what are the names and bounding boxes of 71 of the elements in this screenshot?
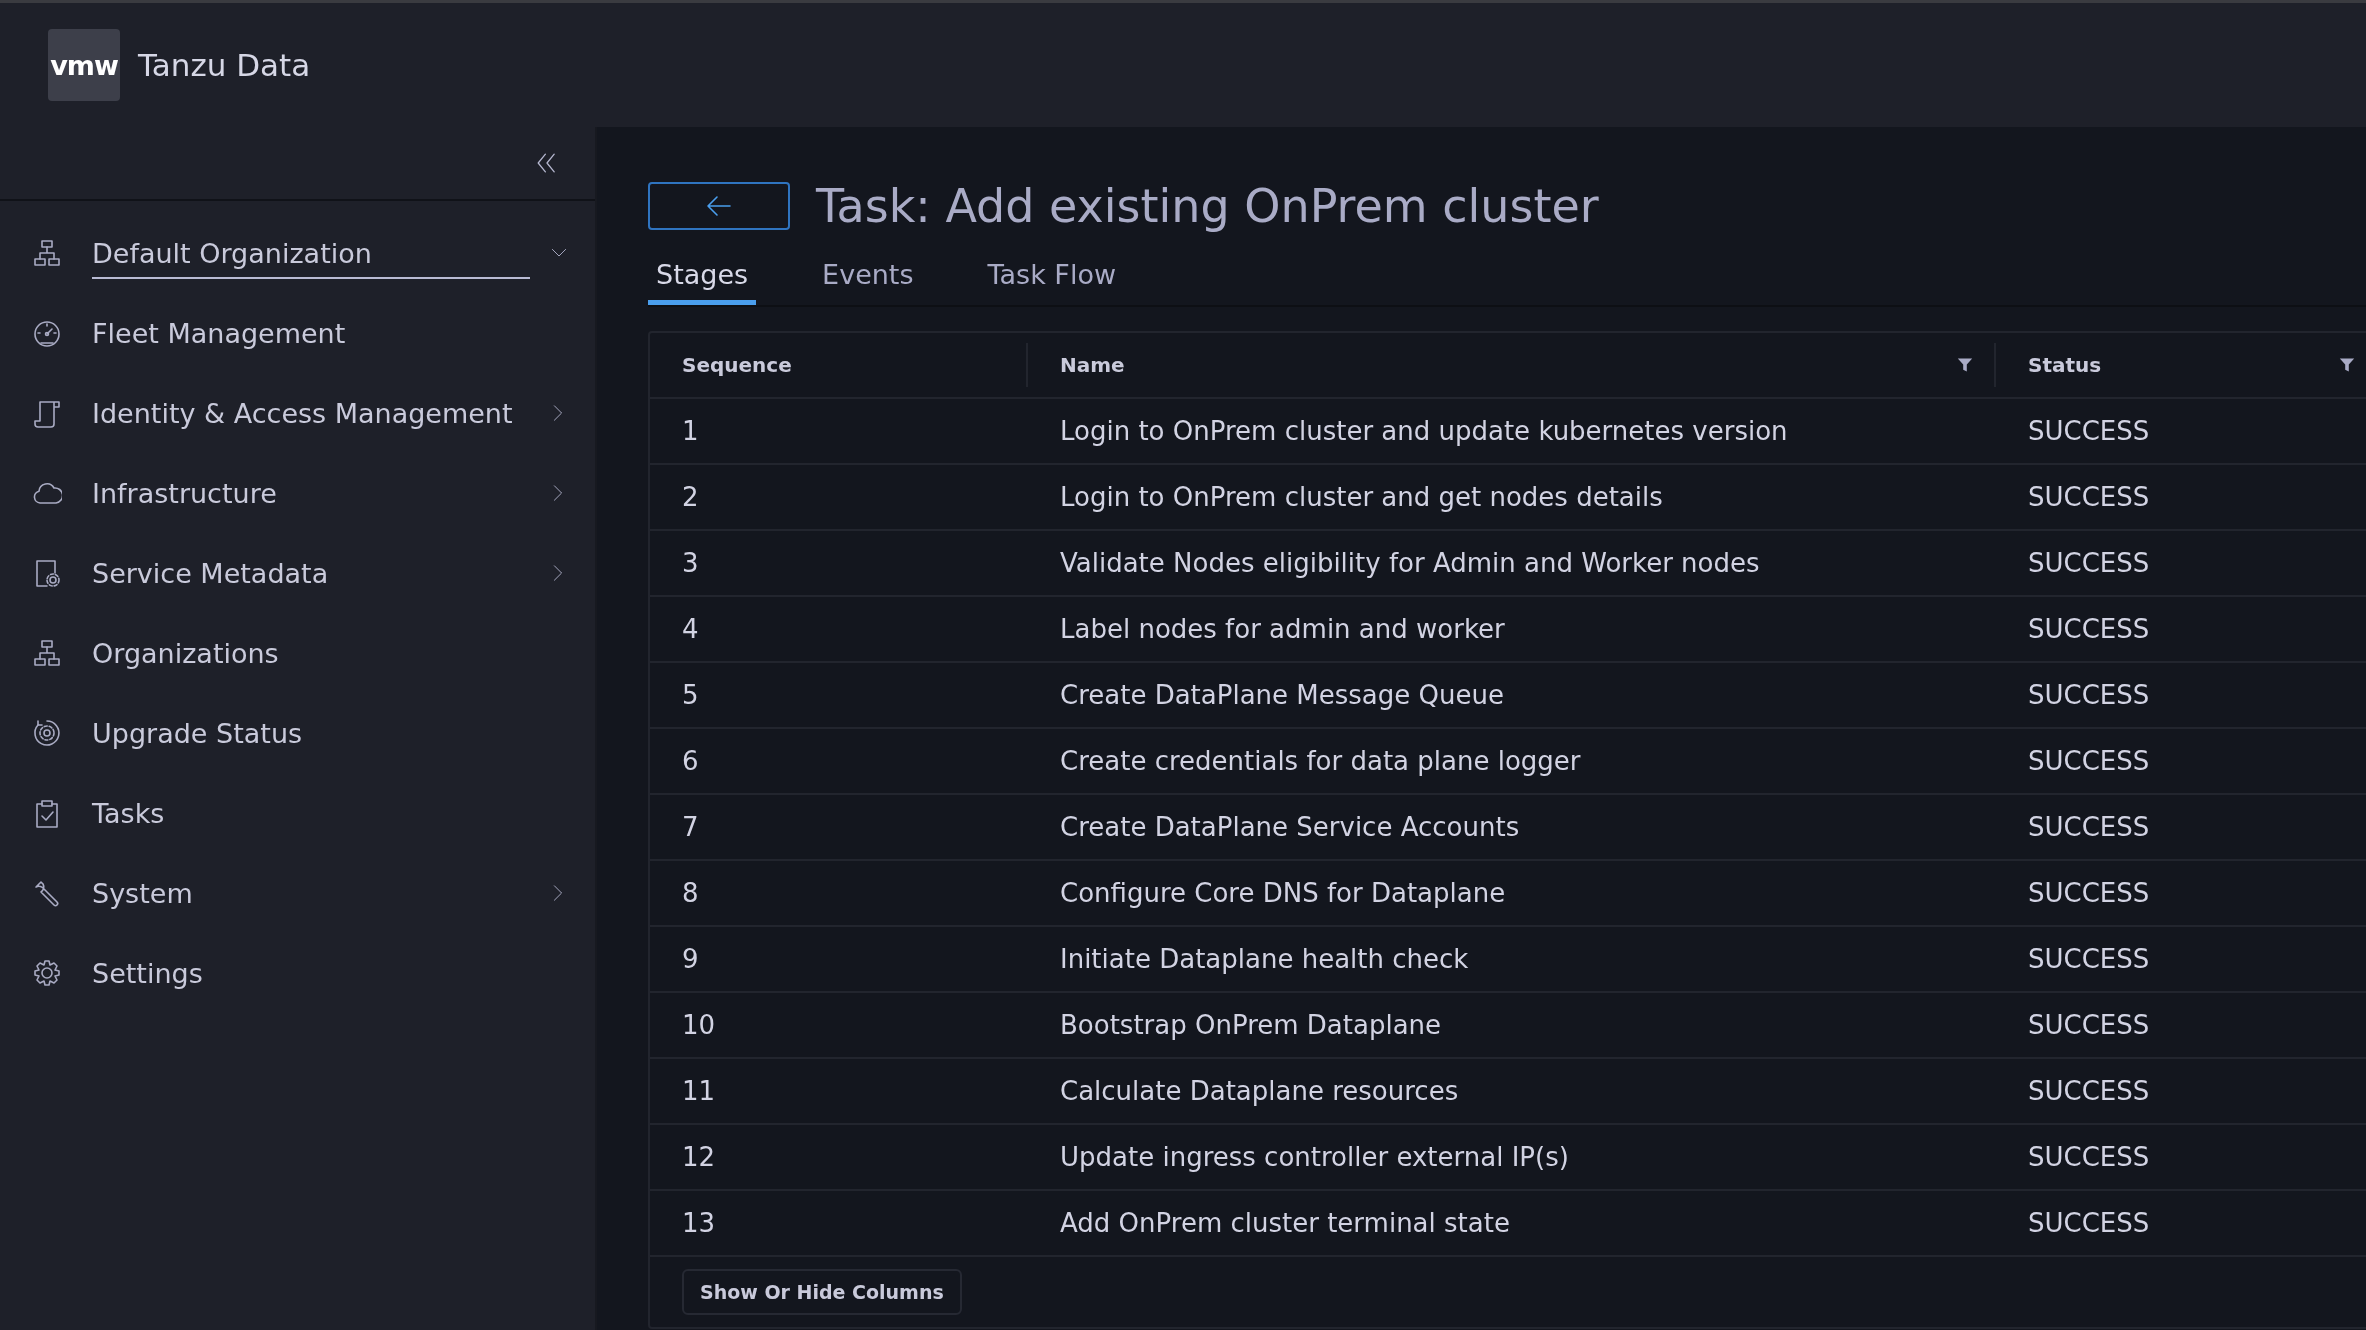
filter-icon	[1956, 356, 1974, 374]
tab[interactable]: Stages	[648, 251, 757, 305]
table-cell: 2	[682, 482, 699, 512]
sidebar-item[interactable]: Fleet Management	[0, 293, 595, 373]
column-header: Name	[1060, 353, 1125, 377]
table-cell: 7	[682, 812, 699, 842]
table-cell: Create DataPlane Service Accounts	[1060, 812, 1520, 842]
table-cell: SUCCESS	[2028, 1076, 2150, 1106]
document-icon	[32, 398, 62, 428]
table-cell: SUCCESS	[2028, 416, 2150, 446]
hierarchy-icon	[32, 638, 62, 668]
table-cell: Add OnPrem cluster terminal state	[1060, 1208, 1510, 1238]
column-header: Sequence	[682, 353, 792, 377]
table-cell: Calculate Dataplane resources	[1060, 1076, 1459, 1106]
table-cell: 1	[682, 416, 699, 446]
table-cell: SUCCESS	[2028, 1142, 2150, 1172]
app-title: Tanzu Data	[138, 47, 311, 83]
sidebar-item[interactable]: Infrastructure	[0, 453, 595, 533]
table-cell: Login to OnPrem cluster and update kubernetes version	[1060, 416, 1788, 446]
tab[interactable]: Events	[814, 251, 922, 305]
table-cell: Update ingress controller external IP(s)	[1060, 1142, 1569, 1172]
table-cell: Validate Nodes eligibility for Admin and Worker nodes	[1060, 548, 1760, 578]
table-cell: SUCCESS	[2028, 548, 2150, 578]
gauge-icon	[32, 318, 62, 348]
table-cell: SUCCESS	[2028, 614, 2150, 644]
table-cell: 4	[682, 614, 699, 644]
filter-button[interactable]	[1956, 356, 1974, 374]
table-cell: 3	[682, 548, 699, 578]
table-cell: 13	[682, 1208, 716, 1238]
sidebar-item[interactable]: Tasks	[0, 773, 595, 853]
table-cell: SUCCESS	[2028, 1208, 2150, 1238]
sidebar-item[interactable]: Upgrade Status	[0, 693, 595, 773]
table-cell: SUCCESS	[2028, 878, 2150, 908]
logo: vmw	[48, 29, 120, 101]
table-cell: SUCCESS	[2028, 680, 2150, 710]
show-hide-columns-button[interactable]: Show Or Hide Columns	[682, 1269, 962, 1315]
column-header: Status	[2028, 353, 2102, 377]
table-cell: Initiate Dataplane health check	[1060, 944, 1469, 974]
table-cell: Create credentials for data plane logger	[1060, 746, 1581, 776]
gear-icon	[32, 958, 62, 988]
page-title: Task: Add existing OnPrem cluster	[816, 179, 1599, 233]
sidebar-item[interactable]: Settings	[0, 933, 595, 1013]
filter-icon	[2338, 356, 2356, 374]
table-cell: Label nodes for admin and worker	[1060, 614, 1505, 644]
organization-dropdown[interactable]: Default Organization	[92, 227, 578, 279]
table-cell: Create DataPlane Message Queue	[1060, 680, 1504, 710]
table-cell: 6	[682, 746, 699, 776]
table-cell: SUCCESS	[2028, 1010, 2150, 1040]
sidebar-item[interactable]: System	[0, 853, 595, 933]
table-cell: Configure Core DNS for Dataplane	[1060, 878, 1506, 908]
table-cell: 10	[682, 1010, 716, 1040]
table-cell: SUCCESS	[2028, 746, 2150, 776]
table-cell: 12	[682, 1142, 716, 1172]
table-cell: 9	[682, 944, 699, 974]
sidebar-item[interactable]: Service Metadata	[0, 533, 595, 613]
table-cell: 8	[682, 878, 699, 908]
gear-cycle-icon	[32, 718, 62, 748]
tab[interactable]: Task Flow	[979, 251, 1124, 305]
table-cell: 5	[682, 680, 699, 710]
table-cell: SUCCESS	[2028, 482, 2150, 512]
filter-button[interactable]	[2338, 356, 2356, 374]
table-cell: Login to OnPrem cluster and get nodes details	[1060, 482, 1663, 512]
table-cell: 11	[682, 1076, 716, 1106]
hierarchy-icon	[32, 238, 62, 268]
sidebar-item[interactable]: Identity & Access Management	[0, 373, 595, 453]
back-button[interactable]	[648, 182, 790, 230]
table-cell: SUCCESS	[2028, 812, 2150, 842]
table-cell: Bootstrap OnPrem Dataplane	[1060, 1010, 1442, 1040]
sidebar-item[interactable]: Organizations	[0, 613, 595, 693]
wrench-icon	[32, 878, 62, 908]
table-cell: SUCCESS	[2028, 944, 2150, 974]
